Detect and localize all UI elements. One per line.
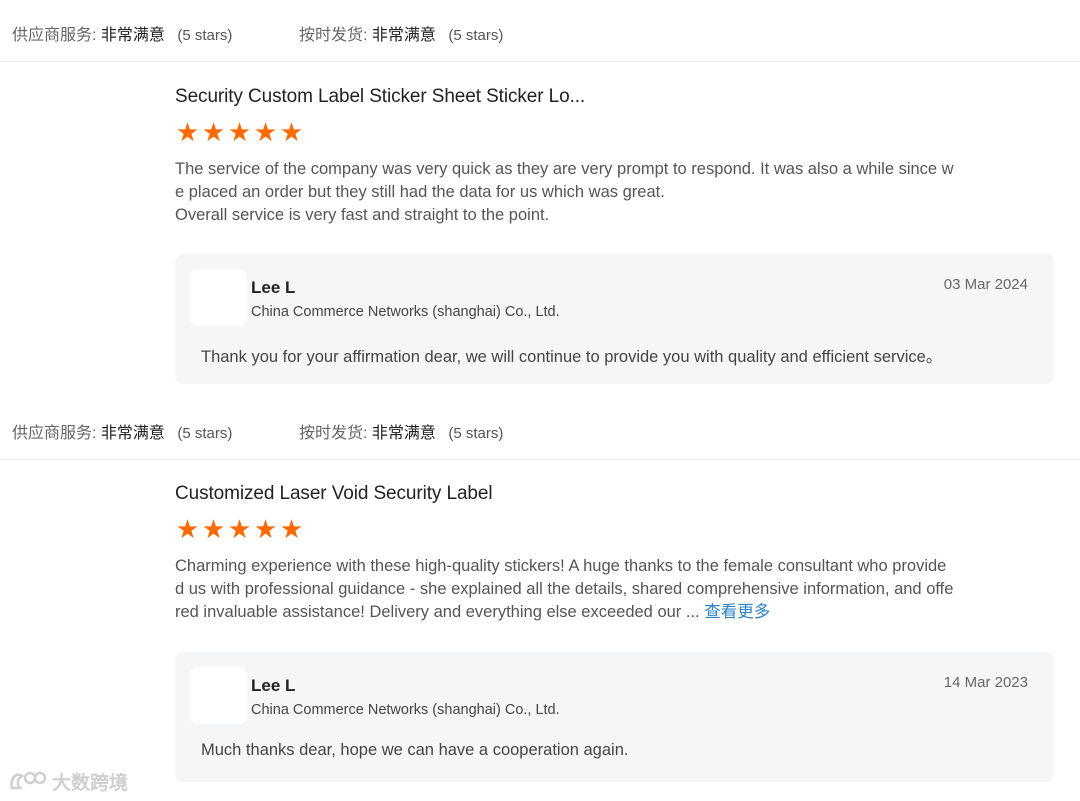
brand-logo-icon [10, 771, 47, 790]
watermark: 大数跨境 [8, 766, 128, 796]
view-more-link[interactable]: 查看更多 [704, 603, 770, 621]
reply-author-name: Lee L [251, 676, 296, 695]
review-text-truncated: red invaluable assistance! Delivery and … [175, 603, 705, 621]
shipping-stars: (5 stars) [448, 425, 504, 442]
reviews-page: 供应商服务: 非常满意 (5 stars) 按时发货: 非常满意 (5 star… [0, 0, 1080, 801]
supplier-service-label: 供应商服务: [12, 425, 97, 442]
review-card: Security Custom Label Sticker Sheet Stic… [175, 85, 1055, 227]
review-text-line: red invaluable assistance! Delivery and … [175, 601, 1005, 624]
star-icon: ★ [201, 117, 226, 147]
on-time-shipping-rating: 按时发货: 非常满意 (5 stars) [299, 419, 503, 443]
review-text-line: d us with professional guidance - she ex… [175, 580, 954, 598]
reply-text: Much thanks dear, hope we can have a coo… [201, 741, 629, 759]
star-icon: ★ [227, 514, 252, 544]
supplier-service-rating: 供应商服务: 非常满意 (5 stars) [12, 419, 232, 443]
review-text: The service of the company was very quic… [175, 158, 1005, 227]
avatar [190, 667, 247, 724]
star-icon: ★ [253, 117, 278, 147]
on-time-shipping-rating: 按时发货: 非常满意 (5 stars) [299, 21, 503, 45]
supplier-service-label: 供应商服务: [12, 27, 97, 44]
supplier-rating-row: 供应商服务: 非常满意 (5 stars) 按时发货: 非常满意 (5 star… [0, 0, 1080, 62]
supplier-service-stars: (5 stars) [177, 425, 233, 442]
star-icon: ★ [279, 514, 304, 544]
review-text-line: Overall service is very fast and straigh… [175, 206, 550, 224]
reply-date: 03 Mar 2024 [943, 276, 1028, 293]
star-icon: ★ [253, 514, 278, 544]
star-icon: ★ [227, 117, 252, 147]
reply-text: Thank you for your affirmation dear, we … [201, 348, 943, 366]
avatar [190, 269, 247, 326]
review-card: Customized Laser Void Security Label ★ ★ ★… [175, 482, 1055, 624]
reply-company-name: China Commerce Networks (shanghai) Co., … [251, 304, 560, 320]
shipping-label: 按时发货: [299, 425, 368, 442]
shipping-value: 非常满意 [371, 27, 436, 44]
review-text: Charming experience with these high-qual… [175, 555, 1005, 624]
star-icon: ★ [175, 514, 200, 544]
reply-author-name: Lee L [251, 278, 296, 297]
supplier-reply: Lee L China Commerce Networks (shanghai)… [175, 254, 1054, 384]
review-product-title[interactable]: Security Custom Label Sticker Sheet Stic… [175, 85, 1055, 109]
review-text-line: Charming experience with these high-qual… [175, 557, 947, 575]
review-text-line: The service of the company was very quic… [175, 160, 954, 178]
supplier-service-stars: (5 stars) [177, 27, 233, 44]
supplier-rating-row: 供应商服务: 非常满意 (5 stars) 按时发货: 非常满意 (5 star… [0, 398, 1080, 460]
supplier-service-value: 非常满意 [100, 425, 165, 442]
watermark-text: 大数跨境 [52, 772, 129, 794]
shipping-stars: (5 stars) [448, 27, 504, 44]
star-icon: ★ [279, 117, 304, 147]
review-product-title[interactable]: Customized Laser Void Security Label [175, 482, 1055, 506]
shipping-value: 非常满意 [371, 425, 436, 442]
star-rating: ★ ★ ★ ★ ★ [175, 117, 1055, 147]
reply-date: 14 Mar 2023 [943, 674, 1028, 691]
supplier-service-rating: 供应商服务: 非常满意 (5 stars) [12, 21, 232, 45]
star-icon: ★ [201, 514, 226, 544]
supplier-service-value: 非常满意 [100, 27, 165, 44]
supplier-reply: Lee L China Commerce Networks (shanghai)… [175, 652, 1054, 782]
star-rating: ★ ★ ★ ★ ★ [175, 514, 1055, 544]
shipping-label: 按时发货: [299, 27, 368, 44]
review-text-line: e placed an order but they still had the… [175, 183, 665, 201]
star-icon: ★ [175, 117, 200, 147]
reply-company-name: China Commerce Networks (shanghai) Co., … [251, 702, 560, 718]
